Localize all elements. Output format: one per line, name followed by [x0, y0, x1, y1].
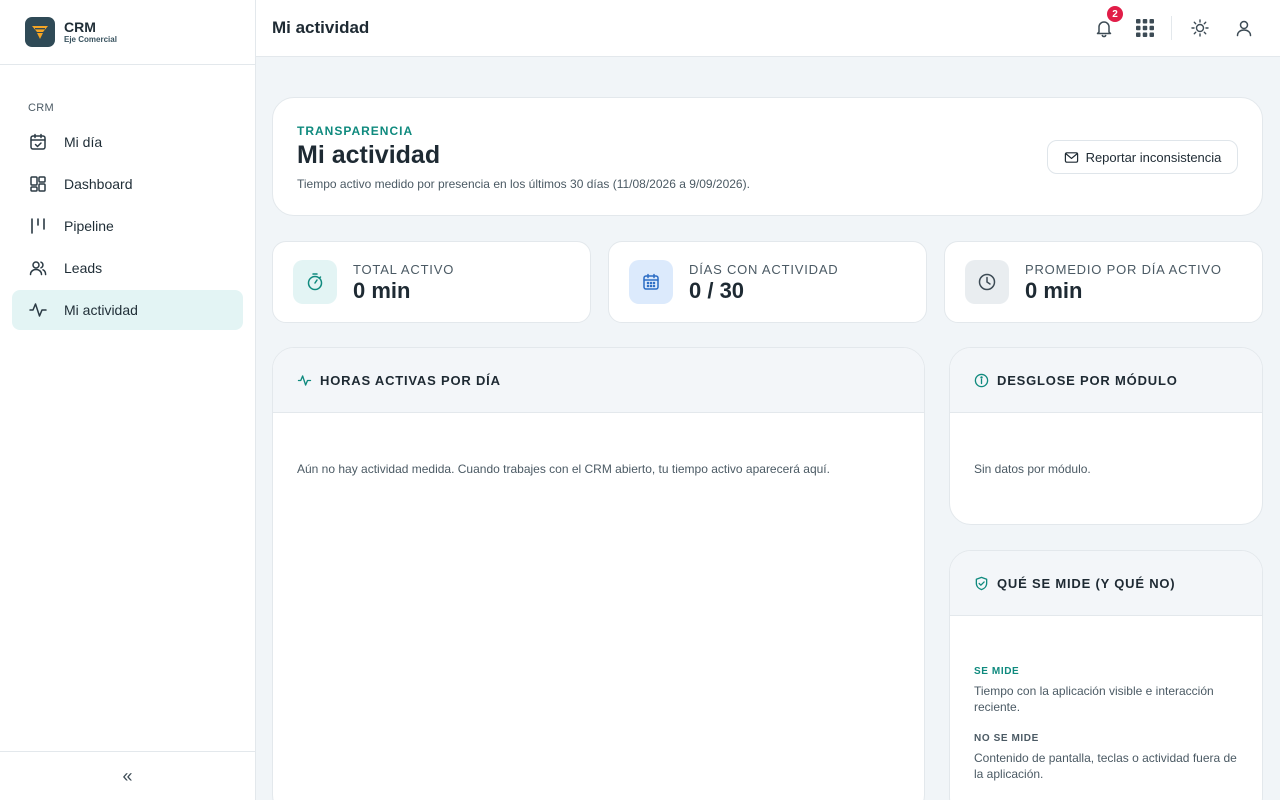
- activity-icon: [297, 374, 312, 386]
- dashboard-grid-icon: [30, 176, 46, 192]
- report-inconsistency-button[interactable]: Reportar inconsistencia: [1047, 140, 1238, 174]
- report-button-label: Reportar inconsistencia: [1085, 149, 1222, 165]
- sidebar-item-label: Leads: [64, 260, 103, 276]
- panel-title: DESGLOSE POR MÓDULO: [997, 372, 1178, 388]
- sidebar-nav: Mi día Dashboard Pipeline Leads Mi activ…: [12, 122, 243, 332]
- sidebar-item-pipeline[interactable]: Pipeline: [12, 206, 243, 246]
- brand-name: CRM: [64, 19, 96, 35]
- sidebar-item-mi-actividad[interactable]: Mi actividad: [12, 290, 243, 330]
- brand-subtitle: Eje Comercial: [64, 35, 117, 44]
- stat-label: DÍAS CON ACTIVIDAD: [689, 262, 839, 277]
- stat-card-total-activo: TOTAL ACTIVO 0 min: [272, 241, 591, 323]
- brand-text: CRM Eje Comercial: [64, 20, 117, 44]
- sidebar-item-dashboard[interactable]: Dashboard: [12, 164, 243, 204]
- sun-icon: [1191, 19, 1209, 37]
- panel-header: HORAS ACTIVAS POR DÍA: [273, 348, 924, 413]
- apps-button[interactable]: [1133, 16, 1157, 40]
- theme-toggle-button[interactable]: [1188, 16, 1212, 40]
- clock-icon: [965, 260, 1009, 304]
- panel-title: QUÉ SE MIDE (Y QUÉ NO): [997, 575, 1176, 591]
- stopwatch-icon: [293, 260, 337, 304]
- nav-section-label: CRM: [28, 102, 54, 114]
- info-icon: [974, 373, 989, 387]
- hours-per-day-panel: HORAS ACTIVAS POR DÍA Aún no hay activid…: [272, 347, 925, 800]
- hero-kicker: TRANSPARENCIA: [297, 124, 414, 138]
- stat-value: 0 min: [353, 278, 411, 303]
- page-title: Mi actividad: [272, 18, 370, 37]
- empty-state-text: Sin datos por módulo.: [974, 462, 1091, 476]
- topbar-divider: [1171, 16, 1172, 40]
- empty-state-text: Aún no hay actividad medida. Cuando trab…: [297, 462, 830, 476]
- activity-icon: [29, 303, 47, 317]
- notifications-button[interactable]: 2: [1092, 6, 1123, 40]
- notification-badge: 2: [1107, 6, 1123, 22]
- panel-header: QUÉ SE MIDE (Y QUÉ NO): [950, 551, 1262, 616]
- sidebar-item-label: Dashboard: [64, 176, 133, 192]
- pipeline-icon: [31, 218, 45, 234]
- calendar-check-icon: [30, 133, 46, 150]
- stat-card-promedio: PROMEDIO POR DÍA ACTIVO 0 min: [944, 241, 1263, 323]
- hero-title: Mi actividad: [297, 141, 441, 169]
- hero-description: Tiempo activo medido por presencia en lo…: [297, 177, 750, 191]
- user-icon: [1236, 20, 1252, 37]
- not-measured-label: NO SE MIDE: [974, 733, 1039, 744]
- users-icon: [29, 261, 47, 276]
- shield-check-icon: [975, 576, 988, 590]
- hero-card: TRANSPARENCIA Mi actividad Tiempo activo…: [272, 97, 1263, 216]
- sidebar-footer: «: [0, 751, 255, 800]
- apps-grid-icon: [1136, 19, 1154, 37]
- collapse-sidebar-icon[interactable]: «: [122, 767, 132, 785]
- measured-text: Tiempo con la aplicación visible e inter…: [974, 684, 1214, 714]
- topbar: Mi actividad 2: [256, 0, 1280, 57]
- stat-value: 0 min: [1025, 278, 1083, 303]
- module-breakdown-panel: DESGLOSE POR MÓDULO Sin datos por módulo…: [949, 347, 1263, 525]
- panel-header: DESGLOSE POR MÓDULO: [950, 348, 1262, 413]
- user-menu-button[interactable]: [1232, 16, 1256, 40]
- sidebar-item-label: Mi actividad: [64, 302, 138, 318]
- what-is-measured-panel: QUÉ SE MIDE (Y QUÉ NO) SE MIDE Tiempo co…: [949, 550, 1263, 800]
- sidebar-item-leads[interactable]: Leads: [12, 248, 243, 288]
- stat-label: PROMEDIO POR DÍA ACTIVO: [1025, 262, 1222, 277]
- mail-icon: [1064, 151, 1078, 163]
- sidebar-item-label: Mi día: [64, 134, 103, 150]
- panel-title: HORAS ACTIVAS POR DÍA: [320, 372, 501, 388]
- measured-label: SE MIDE: [974, 666, 1020, 677]
- stat-label: TOTAL ACTIVO: [353, 262, 455, 277]
- brand[interactable]: CRM Eje Comercial: [0, 0, 255, 65]
- stat-value: 0 / 30: [689, 278, 745, 303]
- sidebar-item-label: Pipeline: [64, 218, 114, 234]
- brand-logo-icon: [25, 17, 55, 47]
- calendar-icon: [629, 260, 673, 304]
- not-measured-text: Contenido de pantalla, teclas o activida…: [974, 751, 1237, 781]
- sidebar: CRM Eje Comercial CRM Mi día Dashboard P…: [0, 0, 256, 800]
- stat-card-dias-actividad: DÍAS CON ACTIVIDAD 0 / 30: [608, 241, 927, 323]
- sidebar-item-mi-dia[interactable]: Mi día: [12, 122, 243, 162]
